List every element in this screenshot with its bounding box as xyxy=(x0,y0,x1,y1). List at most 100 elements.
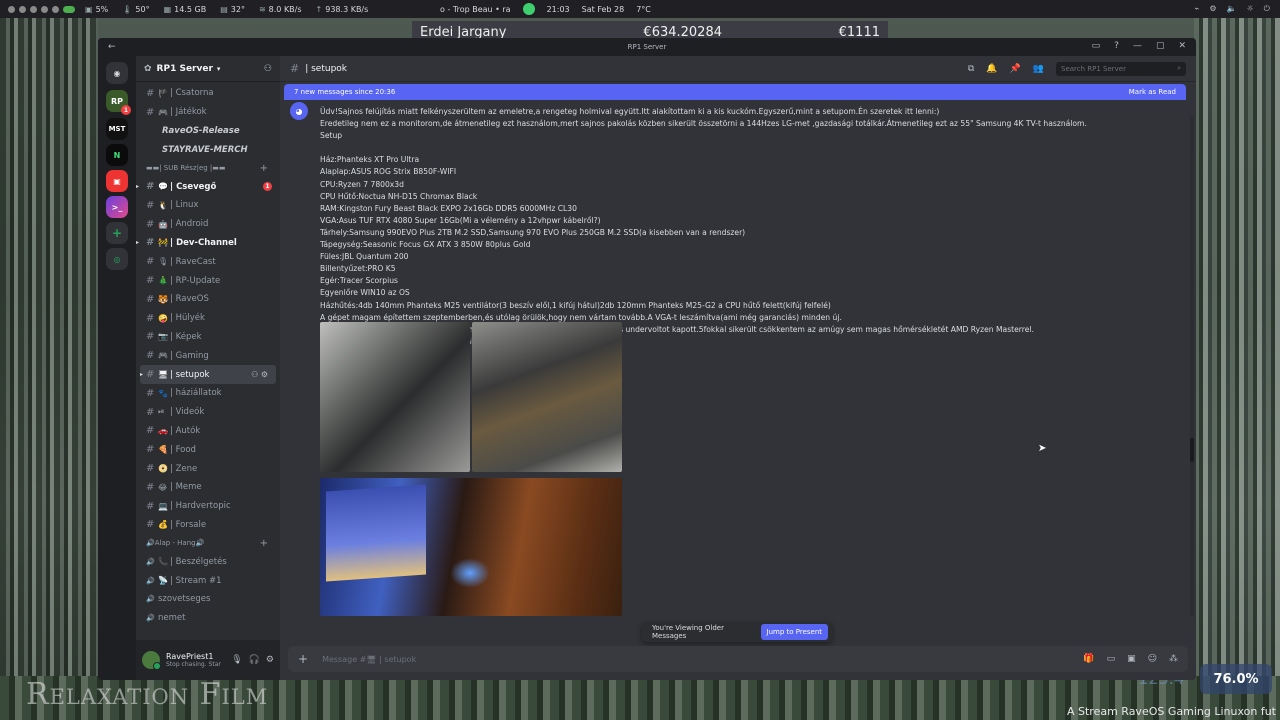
channel-emoji-icon: 📀 xyxy=(158,464,168,474)
message-line: CPU Hűtő:Noctua NH-D15 Chromax Black xyxy=(320,191,478,201)
new-messages-bar[interactable]: 7 new messages since 20:36 Mark as Read xyxy=(284,84,1186,100)
server-icon-n[interactable]: N xyxy=(106,144,128,166)
workspace-indicator[interactable] xyxy=(8,5,75,13)
message-line: Setup xyxy=(320,131,343,141)
username[interactable]: RavePriest1 xyxy=(166,652,221,661)
server-icon-mst[interactable]: MST xyxy=(106,118,128,140)
message-line: Tápegység:Seasonic Focus GX ATX 3 850W 8… xyxy=(320,240,531,250)
channel-játékok[interactable]: # 🎮 | Játékok xyxy=(136,103,280,122)
maximize-button[interactable]: ▢ xyxy=(1156,41,1165,51)
message-line: Billentyűzet:PRO K5 xyxy=(320,264,396,274)
play-pause-icon[interactable] xyxy=(522,3,535,15)
channel-label: | Csatorna xyxy=(170,88,214,99)
server-header[interactable]: ✿ RP1 Server ▾ ⚇ xyxy=(136,56,280,82)
channel-raveos-release[interactable]: RaveOS-Release xyxy=(136,122,280,141)
gear-icon[interactable]: ⚙ xyxy=(266,655,274,665)
channel-android[interactable]: # 🤖 | Android xyxy=(136,215,280,234)
channel-csevegő[interactable]: ▸ # 💬 | Csevegő 1 xyxy=(136,177,280,196)
channel-label: | Hardvertopic xyxy=(170,501,231,512)
channel-videók[interactable]: # ⏯ | Videók xyxy=(136,403,280,422)
add-member-icon[interactable]: ⚇ xyxy=(264,64,272,74)
channel-settings-icon[interactable]: ⚇ ⚙ xyxy=(251,370,268,379)
message-line xyxy=(320,142,1170,154)
help-icon[interactable]: ? xyxy=(1114,41,1119,51)
message-composer[interactable]: + Message #🖥 | setupok 🎁 ▭ ▣ ☺ ⁂ xyxy=(288,646,1188,672)
attachment-image-desk-setup[interactable] xyxy=(320,478,622,616)
close-button[interactable]: ✕ xyxy=(1178,41,1186,51)
voice-channel-beszélgetés[interactable]: 🔊 📞 | Beszélgetés xyxy=(136,552,280,571)
channel-stayrave-merch[interactable]: STAYRAVE-MERCH xyxy=(136,140,280,159)
pin-icon[interactable]: 📌 xyxy=(1010,64,1021,74)
minimize-button[interactable]: — xyxy=(1133,41,1142,51)
channel-hülyék[interactable]: # 🤪 | Hülyék xyxy=(136,309,280,328)
channel-meme[interactable]: # 😂 | Meme xyxy=(136,478,280,497)
chat-scrollbar[interactable] xyxy=(1190,116,1194,616)
channel-háziállatok[interactable]: # 🐾 | háziállatok xyxy=(136,384,280,403)
server-icon-terminal[interactable]: >_ xyxy=(106,196,128,218)
attachment-image-pc-interior[interactable] xyxy=(472,322,622,472)
inbox-icon[interactable]: ▭ xyxy=(1092,41,1101,51)
channel-label: | Képek xyxy=(170,331,202,342)
bell-icon[interactable]: 🔔 xyxy=(986,64,997,74)
search-input[interactable]: Search RP1 Server ⌕ xyxy=(1056,61,1186,76)
power-icon[interactable]: ⏻ xyxy=(1264,4,1270,14)
server-icon-red[interactable]: ▣ xyxy=(106,170,128,192)
server-badge-icon: ✿ xyxy=(144,63,152,74)
channel-raveos[interactable]: # 🐯 | RaveOS xyxy=(136,290,280,309)
gift-icon[interactable]: 🎁 xyxy=(1083,654,1094,664)
channel-rp-update[interactable]: # 🎄 | RP-Update xyxy=(136,271,280,290)
channel-autók[interactable]: # 🚗 | Autók xyxy=(136,422,280,441)
message-input[interactable]: Message #🖥 | setupok xyxy=(322,655,416,664)
server-icon-rp1[interactable]: RP 1 xyxy=(106,90,131,115)
channel-forsale[interactable]: # 💰 | Forsale xyxy=(136,516,280,535)
gif-icon[interactable]: ▭ xyxy=(1107,654,1116,664)
tray-icon[interactable]: ⌁ xyxy=(1195,4,1200,14)
channel-zene[interactable]: # 📀 | Zene xyxy=(136,459,280,478)
channel-emoji-icon: 🎮 xyxy=(158,351,168,361)
channel-label: | RaveCast xyxy=(170,256,216,267)
channel-gaming[interactable]: # 🎮 | Gaming xyxy=(136,346,280,365)
channel-label: | Autók xyxy=(170,425,201,436)
discord-avatar-icon[interactable]: ◕ xyxy=(290,102,308,120)
channel-hardvertopic[interactable]: # 💻 | Hardvertopic xyxy=(136,497,280,516)
add-server-icon[interactable]: + xyxy=(106,222,128,244)
unread-indicator: ▸ xyxy=(136,183,140,191)
category-voice[interactable]: 🔊Alap - Hang🔊 + xyxy=(136,534,280,552)
sticker-icon[interactable]: ▣ xyxy=(1127,654,1136,664)
add-channel-icon[interactable]: + xyxy=(260,538,268,549)
category-sub[interactable]: ▬▬| SUB Rész|eg |▬▬ + xyxy=(136,159,280,177)
microphone-icon[interactable]: 🎙 xyxy=(231,655,242,665)
channel-ravecast[interactable]: # 🎙 | RaveCast xyxy=(136,252,280,271)
channel-food[interactable]: # 🍕 | Food xyxy=(136,440,280,459)
voice-channel-szovetseges[interactable]: 🔊 szovetseges xyxy=(136,590,280,609)
channel-linux[interactable]: # 🐧 | Linux xyxy=(136,196,280,215)
channel-csatorna[interactable]: # 🏴 | Csatorna xyxy=(136,84,280,103)
mark-as-read-button[interactable]: Mark as Read xyxy=(1129,88,1176,96)
settings-tray-icon[interactable]: ⚙ xyxy=(1209,4,1216,14)
hash-icon: # xyxy=(146,369,155,381)
home-icon[interactable]: ◉ xyxy=(106,62,128,84)
window-title: RP1 Server xyxy=(627,43,667,51)
add-channel-icon[interactable]: + xyxy=(260,163,268,174)
voice-channel-nemet[interactable]: 🔊 nemet xyxy=(136,609,280,628)
channel-dev-channel[interactable]: ▸ # 🚧 | Dev-Channel xyxy=(136,234,280,253)
channel-képek[interactable]: # 📷 | Képek xyxy=(136,328,280,347)
add-attachment-icon[interactable]: + xyxy=(298,652,308,666)
unread-indicator: ▸ xyxy=(136,239,140,247)
jump-to-present-button[interactable]: Jump to Present xyxy=(760,624,828,640)
voice-channel-stream-1[interactable]: 🔊 📡 | Stream #1 xyxy=(136,571,280,590)
headphones-icon[interactable]: 🎧 xyxy=(249,655,260,665)
emoji-icon[interactable]: ☺ xyxy=(1148,654,1157,664)
volume-icon[interactable]: 🔈 xyxy=(1227,4,1237,14)
avatar[interactable] xyxy=(142,651,161,670)
apps-icon[interactable]: ⁂ xyxy=(1169,654,1178,664)
discover-icon[interactable]: ◎ xyxy=(106,248,128,270)
channel-setupok[interactable]: ▸ # 🖥 | setupok ⚇ ⚙ xyxy=(140,365,276,384)
cpu-temp: 🌡 50° xyxy=(122,4,150,14)
channel-label: | Beszélgetés xyxy=(170,556,227,567)
now-playing[interactable]: o - Trop Beau • ra xyxy=(440,5,511,14)
threads-icon[interactable]: ⧉ xyxy=(968,64,974,74)
attachment-image-pc-side[interactable] xyxy=(320,322,470,472)
brightness-icon[interactable]: ☼ xyxy=(1247,4,1254,14)
members-icon[interactable]: 👥 xyxy=(1033,64,1044,74)
